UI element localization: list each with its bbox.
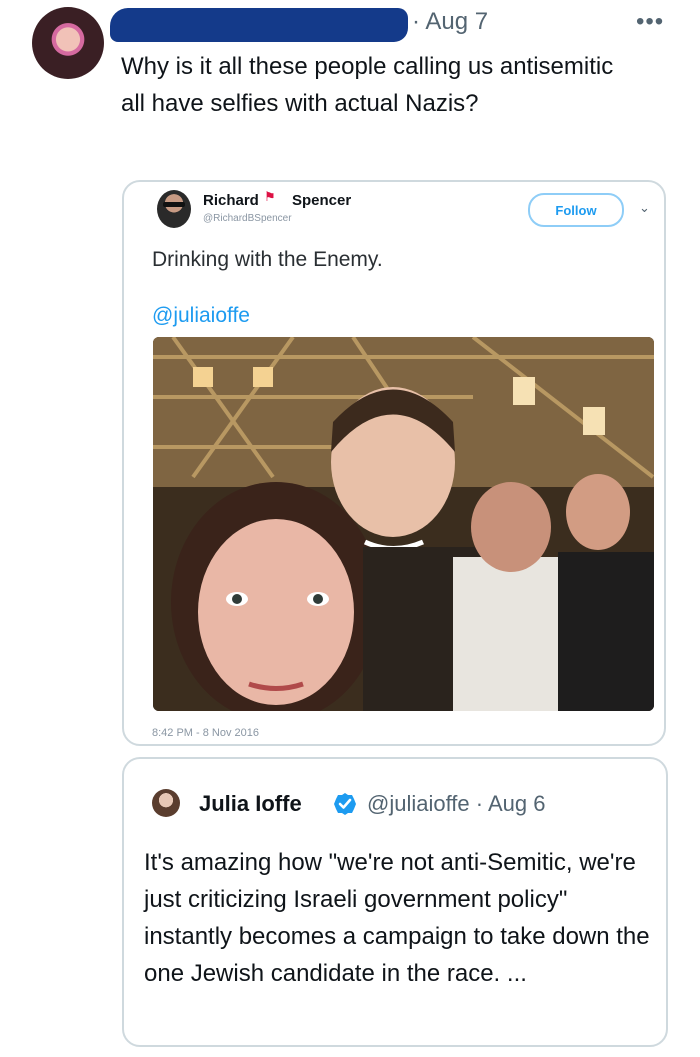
verified-badge-icon [334,793,356,815]
redacted-author-name [110,8,408,42]
quoted-meta[interactable]: @juliaioffe · Aug 6 [367,791,545,817]
quoted-author-first-name[interactable]: Richard [203,192,259,209]
timestamp: 8:42 PM - 8 Nov 2016 [152,727,260,739]
tweet-photo[interactable] [153,337,654,711]
photo-illustration [153,337,654,711]
follow-button[interactable]: Follow [528,193,624,227]
more-options-icon[interactable]: ••• [636,8,664,36]
quoted-author-handle[interactable]: @RichardBSpencer [203,213,292,224]
quoted-tweet-richard-spencer[interactable]: Richard ⚑ Spencer @RichardBSpencer Follo… [122,180,666,746]
mention-link[interactable]: @juliaioffe [152,304,250,328]
quoted-tweet-julia-ioffe[interactable]: Julia Ioffe @juliaioffe · Aug 6 It's ama… [122,757,668,1047]
quoted-tweet-text: Drinking with the Enemy. [152,248,383,271]
julia-ioffe-avatar[interactable] [152,789,180,817]
author-avatar[interactable] [32,7,104,79]
quoted-author-name[interactable]: Julia Ioffe [199,791,302,817]
quoted-author-last-name[interactable]: Spencer [292,192,351,209]
tweet-date[interactable]: · Aug 7 [412,8,488,36]
tweet-text: Why is it all these people calling us an… [121,53,614,117]
quoted-tweet-text: It's amazing how "we're not anti-Semitic… [144,849,650,987]
chevron-down-icon[interactable]: ⌄ [639,200,650,216]
richard-spencer-avatar[interactable] [157,190,191,228]
flag-icon: ⚑ [264,189,276,204]
sunglasses-icon [163,202,185,207]
